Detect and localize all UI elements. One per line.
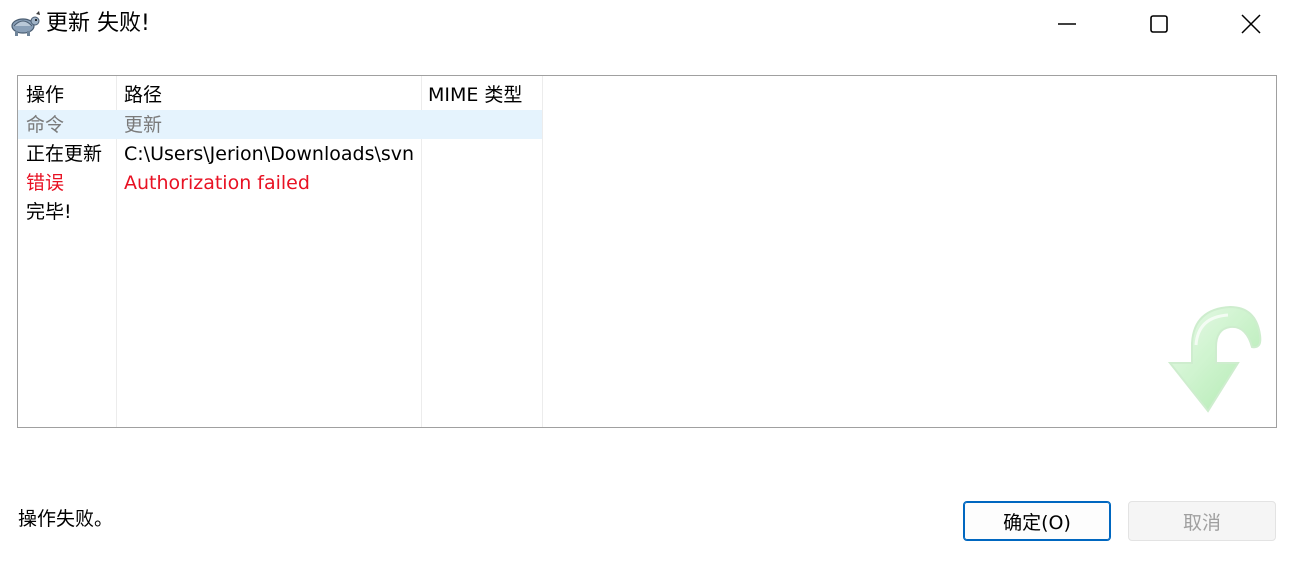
table-row-selected[interactable] [18,110,542,139]
maximize-icon [1150,15,1168,33]
column-header-action[interactable]: 操作 [26,82,64,108]
close-icon [1241,14,1261,34]
row-action[interactable]: 完毕! [26,199,72,225]
update-log-list[interactable]: 操作 路径 MIME 类型 命令 更新 正在更新 C:\Users\Jerion… [17,75,1277,428]
title-bar: 更新 失败! [0,0,1297,50]
row-action[interactable]: 命令 [26,112,64,138]
column-divider[interactable] [542,76,543,427]
tortoise-svn-icon [8,10,42,38]
ok-button[interactable]: 确定(O) [963,501,1111,541]
update-arrow-icon [1148,301,1268,426]
column-header-mime[interactable]: MIME 类型 [428,82,522,108]
column-header-path[interactable]: 路径 [124,82,162,108]
row-action[interactable]: 正在更新 [26,141,102,167]
update-failed-dialog: 更新 失败! 操作 路径 MIME 类型 命令 更新 正在更新 C:\Users… [0,0,1297,561]
window-title: 更新 失败! [46,11,150,36]
cancel-button[interactable]: 取消 [1128,501,1276,541]
minimize-button[interactable] [1044,0,1090,48]
row-path[interactable]: C:\Users\Jerion\Downloads\svn [124,141,414,167]
row-path[interactable]: Authorization failed [124,170,310,196]
row-action[interactable]: 错误 [26,170,64,196]
row-path[interactable]: 更新 [124,112,162,138]
close-button[interactable] [1228,0,1274,48]
status-text: 操作失败。 [18,508,114,530]
minimize-icon [1058,23,1076,25]
maximize-button[interactable] [1136,0,1182,48]
